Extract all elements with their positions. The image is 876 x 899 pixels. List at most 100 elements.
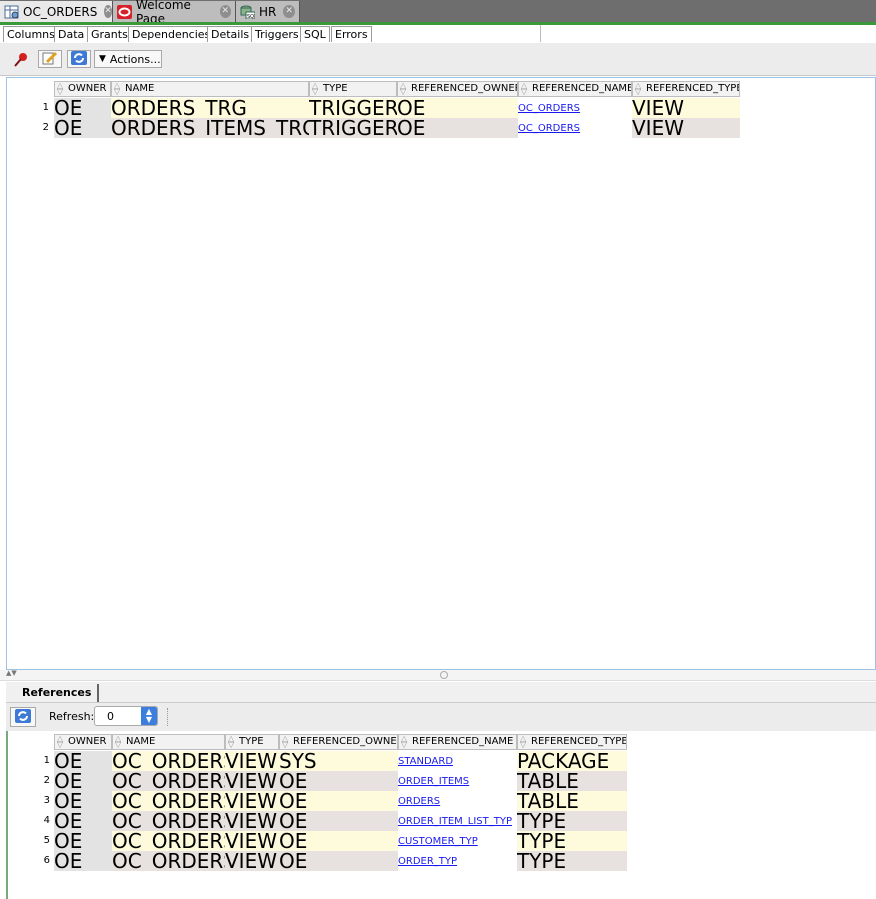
doc-tab-oc-orders[interactable]: OC_ORDERS ✕ [0,1,113,22]
references-refresh-button[interactable] [10,707,36,727]
toolbar-separator [167,708,168,726]
table-cell[interactable]: OC_ORDERS [112,751,225,771]
row-number: 5 [43,835,50,846]
edit-button[interactable] [38,50,62,68]
table-cell[interactable]: VIEW [225,811,279,831]
tab-grants[interactable]: Grants [87,26,132,42]
referenced-name-link[interactable]: ORDERS [398,791,517,811]
splitter-grip-icon[interactable] [440,671,448,679]
sort-icon: △ ▽ [635,81,642,96]
references-grid[interactable]: △ ▽ OWNER △ ▽ NAME △ ▽ TYPE △ ▽ REFERENCED_OWNER… [6,731,876,899]
row-number: 3 [43,795,50,806]
column-header-name[interactable]: △ ▽ NAME [112,734,225,750]
refresh-button[interactable] [67,50,91,68]
table-cell[interactable]: OC_ORDERS [112,771,225,791]
table-cell[interactable]: TYPE [517,811,627,831]
table-cell[interactable]: VIEW [225,831,279,851]
column-header-owner[interactable]: △ ▽ OWNER [54,734,112,750]
close-icon[interactable]: ✕ [219,5,231,18]
tab-triggers[interactable]: Triggers [251,26,303,42]
table-cell[interactable]: OE [279,791,398,811]
table-cell[interactable]: VIEW [225,771,279,791]
table-cell[interactable]: OC_ORDERS [112,851,225,871]
table-cell[interactable]: OE [397,98,518,118]
table-cell[interactable]: SYS [279,751,398,771]
actions-button[interactable]: ▼ Actions... [94,50,162,68]
row-number: 1 [42,102,49,113]
table-cell[interactable]: TRIGGER [309,118,397,138]
sort-icon: △ ▽ [520,734,527,749]
column-header-referenced-type[interactable]: △ ▽ REFERENCED_TYPE [517,734,627,750]
doc-tab-welcome-page[interactable]: Welcome Page ✕ [113,0,236,26]
svg-text:SQL: SQL [247,14,255,19]
table-cell[interactable]: TYPE [517,831,627,851]
referenced-name-link[interactable]: STANDARD [398,751,517,771]
table-cell[interactable]: OE [54,98,111,118]
column-header-referenced-name[interactable]: △ ▽ REFERENCED_NAME [518,81,632,97]
table-cell[interactable]: OE [54,751,112,771]
close-icon[interactable]: ✕ [104,5,112,18]
table-cell[interactable]: VIEW [632,98,740,118]
referenced-name-link[interactable]: CUSTOMER_TYP [398,831,517,851]
column-header-referenced-owner[interactable]: △ ▽ REFERENCED_OWNER [279,734,398,750]
table-cell[interactable]: OE [54,791,112,811]
table-cell[interactable]: OE [54,851,112,871]
dependencies-grid[interactable]: △ ▽ OWNER △ ▽ NAME △ ▽ TYPE △ ▽ REFERENCED_OWNER… [6,77,876,670]
table-cell[interactable]: VIEW [225,751,279,771]
table-cell[interactable]: OE [54,118,111,138]
referenced-name-link[interactable]: OC_ORDERS [518,98,632,118]
table-cell[interactable]: OC_ORDERS [112,791,225,811]
tab-sql[interactable]: SQL [300,26,330,42]
doc-tab-label: OC_ORDERS [23,4,98,19]
column-header-type[interactable]: △ ▽ TYPE [309,81,397,97]
table-cell[interactable]: VIEW [225,791,279,811]
table-cell[interactable]: OE [54,811,112,831]
table-cell[interactable]: TYPE [517,851,627,871]
referenced-name-link[interactable]: ORDER_ITEM_LIST_TYP [398,811,517,831]
tab-dependencies[interactable]: Dependencies [128,26,215,42]
table-cell[interactable]: OE [279,811,398,831]
sort-icon: △ ▽ [282,734,289,749]
doc-tab-hr[interactable]: SQL HR ✕ [236,1,300,22]
column-header-owner[interactable]: △ ▽ OWNER [54,81,111,97]
table-cell[interactable]: OC_ORDERS [112,831,225,851]
table-cell[interactable]: ORDERS_TRG [111,98,309,118]
table-cell[interactable]: OE [54,831,112,851]
table-cell[interactable]: OE [279,771,398,791]
collapse-arrows-icon[interactable]: ▲▼ [6,669,17,677]
column-header-name[interactable]: △ ▽ NAME [111,81,309,97]
refresh-interval-select[interactable]: 0 ▲ ▼ [94,706,158,726]
close-icon[interactable]: ✕ [283,5,295,18]
table-cell[interactable]: ORDERS_ITEMS_TRG [111,118,309,138]
table-cell[interactable]: VIEW [225,851,279,871]
stepper-arrows-icon[interactable]: ▲ ▼ [141,707,157,725]
column-header-referenced-name[interactable]: △ ▽ REFERENCED_NAME [398,734,517,750]
table-cell[interactable]: PACKAGE [517,751,627,771]
table-cell[interactable]: TRIGGER [309,98,397,118]
table-cell[interactable]: OE [279,851,398,871]
table-cell[interactable]: OE [397,118,518,138]
table-cell[interactable]: TABLE [517,791,627,811]
row-number: 2 [43,775,50,786]
column-header-referenced-type[interactable]: △ ▽ REFERENCED_TYPE [632,81,740,97]
referenced-name-link[interactable]: ORDER_ITEMS [398,771,517,791]
table-cell[interactable]: TABLE [517,771,627,791]
referenced-name-link[interactable]: ORDER_TYP [398,851,517,871]
pin-icon[interactable] [12,51,30,69]
column-header-referenced-owner[interactable]: △ ▽ REFERENCED_OWNER [397,81,518,97]
split-pane-divider[interactable]: ▲▼ [0,669,876,681]
dependencies-toolbar: ▼ Actions... [0,43,876,76]
tab-references[interactable]: References [16,684,100,702]
referenced-name-link[interactable]: OC_ORDERS [518,118,632,138]
column-header-type[interactable]: △ ▽ TYPE [225,734,279,750]
table-cell[interactable]: OC_ORDERS [112,811,225,831]
oracle-icon [117,4,132,19]
tab-errors[interactable]: Errors [331,26,372,42]
tab-details[interactable]: Details [207,26,254,42]
table-cell[interactable]: OE [279,831,398,851]
tab-data[interactable]: Data [54,26,89,42]
table-cell[interactable]: OE [54,771,112,791]
table-cell[interactable]: VIEW [632,118,740,138]
tab-columns[interactable]: Columns [3,26,59,42]
refresh-icon [14,708,32,727]
